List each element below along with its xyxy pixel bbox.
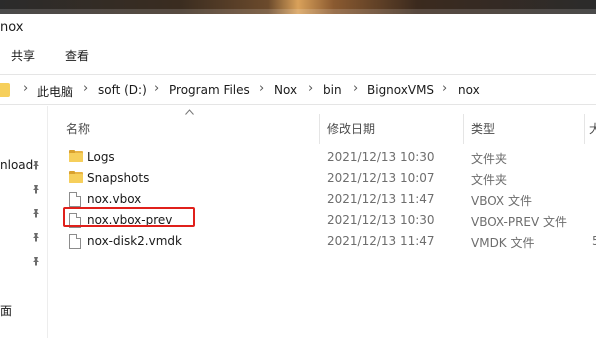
window-title: nox <box>0 20 24 35</box>
desktop-wallpaper-strip <box>0 0 596 14</box>
table-row[interactable]: Logs 2021/12/13 10:30 文件夹 <box>59 147 596 168</box>
pin-icon[interactable] <box>31 160 41 170</box>
file-icon <box>69 234 81 249</box>
address-bar[interactable]: › 此电脑 › soft (D:) › Program Files › Nox … <box>0 74 596 105</box>
highlight-annotation-box <box>63 207 195 227</box>
file-size: 5 <box>592 234 596 248</box>
breadcrumb-bignoxvms[interactable]: BignoxVMS <box>367 83 434 97</box>
column-header-modified[interactable]: 修改日期 <box>327 120 375 137</box>
column-divider[interactable] <box>319 114 320 144</box>
chevron-right-icon[interactable]: › <box>308 81 313 96</box>
sort-ascending-icon <box>185 108 194 118</box>
chevron-right-icon[interactable]: › <box>259 81 264 96</box>
chevron-right-icon[interactable]: › <box>442 81 447 96</box>
file-name[interactable]: nox-disk2.vmdk <box>87 234 182 248</box>
table-row[interactable]: Snapshots 2021/12/13 10:07 文件夹 <box>59 168 596 189</box>
column-divider[interactable] <box>463 114 464 144</box>
file-type: VBOX 文件 <box>471 194 532 208</box>
column-header-size[interactable]: 大 <box>589 120 596 137</box>
table-row[interactable]: nox-disk2.vmdk 2021/12/13 11:47 VMDK 文件 … <box>59 231 596 252</box>
file-date: 2021/12/13 10:30 <box>327 150 435 164</box>
pin-icon[interactable] <box>31 208 41 218</box>
column-header-type[interactable]: 类型 <box>471 120 495 137</box>
breadcrumb-nox-current[interactable]: nox <box>458 83 480 97</box>
file-icon <box>69 192 81 207</box>
folder-icon <box>69 150 83 162</box>
file-type: VMDK 文件 <box>471 236 535 250</box>
column-header-name[interactable]: 名称 <box>66 120 90 137</box>
column-divider[interactable] <box>584 114 585 144</box>
breadcrumb-bin[interactable]: bin <box>323 83 342 97</box>
file-name[interactable]: Logs <box>87 150 115 164</box>
file-date: 2021/12/13 10:07 <box>327 171 435 185</box>
chevron-right-icon[interactable]: › <box>83 81 88 96</box>
navigation-pane: nload 面 <box>0 106 48 338</box>
file-name[interactable]: Snapshots <box>87 171 149 185</box>
breadcrumb-nox[interactable]: Nox <box>274 83 297 97</box>
file-name[interactable]: nox.vbox <box>87 192 141 206</box>
file-date: 2021/12/13 11:47 <box>327 192 435 206</box>
folder-icon <box>69 171 83 183</box>
breadcrumb-soft-drive[interactable]: soft (D:) <box>98 83 147 97</box>
pin-icon[interactable] <box>31 184 41 194</box>
breadcrumb-this-pc[interactable]: 此电脑 <box>37 83 73 100</box>
chevron-right-icon[interactable]: › <box>353 81 358 96</box>
breadcrumb-program-files[interactable]: Program Files <box>169 83 250 97</box>
nav-item-desktop[interactable]: 面 <box>0 302 12 319</box>
file-date: 2021/12/13 10:30 <box>327 213 435 227</box>
file-date: 2021/12/13 11:47 <box>327 234 435 248</box>
tab-share[interactable]: 共享 <box>11 47 35 64</box>
title-bar: nox <box>0 14 596 42</box>
file-type: VBOX-PREV 文件 <box>471 215 568 229</box>
chevron-right-icon[interactable]: › <box>23 81 28 96</box>
ribbon-tabs: 共享 查看 <box>0 42 596 68</box>
pin-icon[interactable] <box>31 256 41 266</box>
pin-icon[interactable] <box>31 232 41 242</box>
nav-item-downloads[interactable]: nload <box>0 158 33 172</box>
tab-view[interactable]: 查看 <box>65 47 89 64</box>
file-type: 文件夹 <box>471 173 508 187</box>
folder-icon <box>0 83 10 97</box>
chevron-right-icon[interactable]: › <box>154 81 159 96</box>
file-type: 文件夹 <box>471 152 508 166</box>
